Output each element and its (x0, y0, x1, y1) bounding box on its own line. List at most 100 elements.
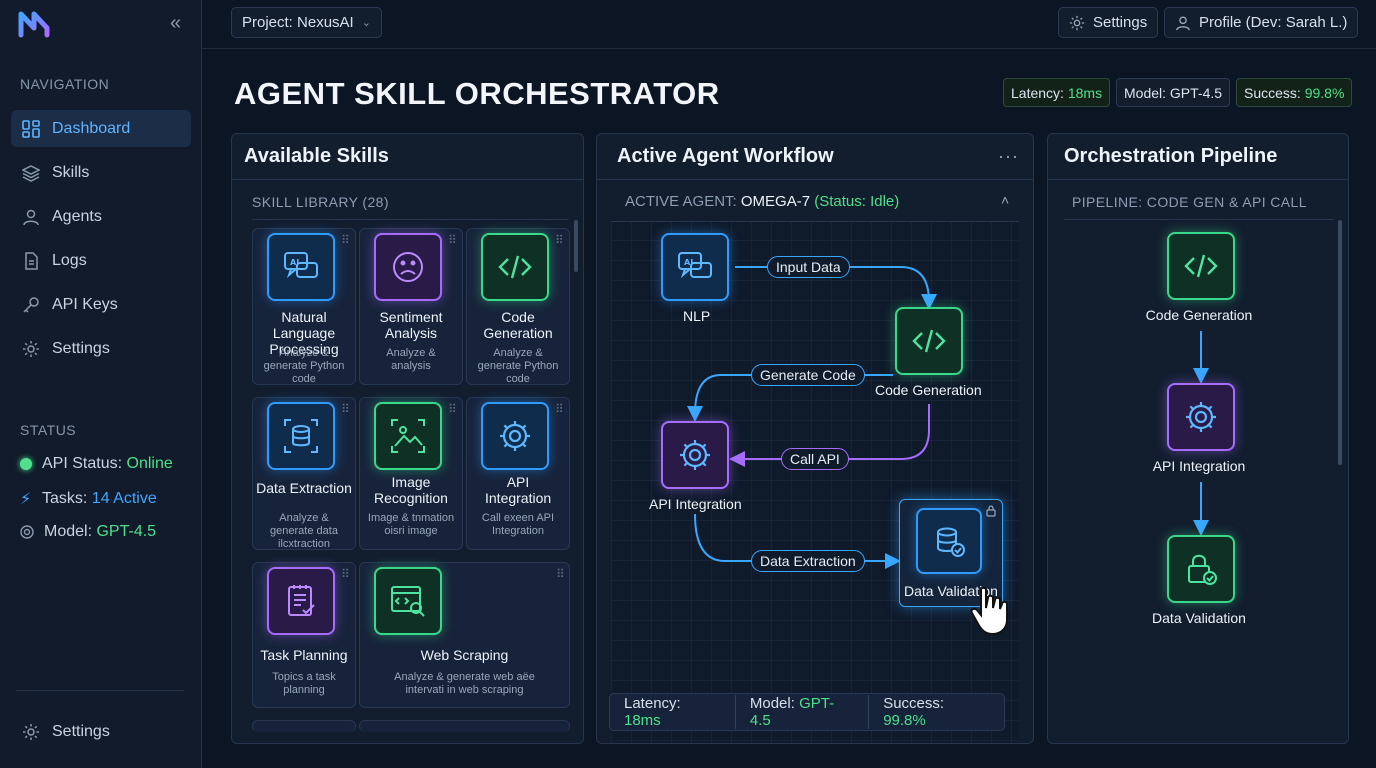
skill-card-nlp[interactable]: AI ⠿ Natural Language Processing Analyze… (252, 228, 356, 385)
more-options-icon[interactable]: ··· (998, 146, 1019, 167)
skill-desc: Analyze & generate Python code (477, 347, 559, 385)
skill-desc: Image & tnmation oisri image (367, 512, 455, 537)
sidebar-item-label: API Keys (52, 295, 118, 313)
skill-card-task-planning[interactable]: ⠿ Task Planning Topics a task planning (252, 562, 356, 708)
gear-icon (1069, 15, 1085, 30)
sidebar-footer-settings[interactable]: Settings (11, 713, 191, 750)
skill-name: Image Recognition (374, 474, 448, 506)
web-search-icon (374, 567, 442, 635)
success-value: 99.8% (1304, 84, 1345, 101)
edge-label-call-api: Call API (781, 448, 849, 470)
profile-button[interactable]: Profile (Dev: Sarah L.) (1164, 7, 1359, 38)
code-icon (912, 329, 946, 353)
workflow-title-text: Active Agent Workflow (617, 145, 834, 167)
node-label-nlp: NLP (683, 308, 711, 324)
drag-handle-icon[interactable]: ⠿ (555, 403, 564, 418)
document-icon (25, 251, 38, 270)
dashboard-icon (22, 119, 40, 138)
status-heading: STATUS (20, 422, 77, 438)
chevron-down-icon: ⌄ (361, 17, 371, 29)
settings-button[interactable]: Settings (1058, 7, 1159, 38)
workflow-node-api-integration[interactable] (661, 421, 729, 489)
drag-handle-icon[interactable]: ⠿ (448, 403, 457, 418)
page-title: AGENT SKILL ORCHESTRATOR (234, 76, 720, 111)
profile-label: Profile (Dev: Sarah L.) (1199, 14, 1348, 31)
checklist-icon (267, 567, 335, 635)
pipeline-scrollbar[interactable] (1338, 220, 1342, 465)
skill-name: Task Planning (260, 647, 348, 663)
drag-handle-icon[interactable]: ⠿ (341, 234, 350, 249)
pipeline-step-code-generation[interactable] (1167, 232, 1235, 300)
skill-desc: Topics a task planning (272, 671, 336, 696)
skill-card-api-integration[interactable]: ⠿ API Integration Call exeen API Integra… (466, 397, 570, 550)
model-label: Model: (1124, 84, 1167, 101)
sidebar-item-label: Dashboard (52, 119, 131, 137)
model-icon (20, 525, 34, 539)
drag-handle-icon[interactable]: ⠿ (341, 403, 350, 418)
project-selector[interactable]: Project: NexusAI ⌄ (231, 7, 382, 38)
node-label-code-generation: Code Generation (875, 382, 982, 398)
skill-library-label: SKILL LIBRARY (28) (252, 194, 389, 210)
skill-card-sentiment[interactable]: ⠿ Sentiment Analysis Analyze & analysis (359, 228, 463, 385)
success-metric: Success: 99.8% (869, 695, 1004, 729)
sidebar: « NAVIGATION Dashboard Skills Agents Log… (0, 0, 202, 768)
drag-handle-icon[interactable]: ⠿ (556, 568, 565, 583)
sidebar-item-logs[interactable]: Logs (11, 242, 191, 279)
latency-value: 18ms (624, 712, 661, 729)
sidebar-item-api-keys[interactable]: API Keys (11, 286, 191, 323)
success-label: Success: (1244, 84, 1301, 101)
node-label-api-integration: API Integration (649, 496, 742, 512)
skills-panel: Available Skills SKILL LIBRARY (28) AI ⠿… (231, 133, 584, 744)
sidebar-item-settings[interactable]: Settings (11, 330, 191, 367)
drag-handle-icon[interactable]: ⠿ (448, 234, 457, 249)
skill-card-partial[interactable] (252, 720, 356, 732)
pipeline-step-data-validation[interactable] (1167, 535, 1235, 603)
drag-handle-icon[interactable]: ⠿ (341, 568, 350, 583)
tasks-status: ⚡ Tasks: 14 Active (20, 489, 157, 509)
database-scan-icon (267, 402, 335, 470)
workflow-node-code-generation[interactable] (895, 307, 963, 375)
success-value: 99.8% (883, 712, 926, 729)
chat-ai-icon: AI (267, 233, 335, 301)
settings-label: Settings (1093, 14, 1148, 31)
lightning-icon: ⚡ (20, 491, 32, 508)
api-status-value: Online (126, 455, 173, 472)
skill-name: Sentiment Analysis (379, 309, 443, 341)
skill-card-data-extraction[interactable]: ⠿ Data Extraction Analyze & generate dat… (252, 397, 356, 550)
sidebar-item-agents[interactable]: Agents (11, 198, 191, 235)
pipeline-step-api-integration[interactable] (1167, 383, 1235, 451)
model-chip: Model: GPT-4.5 (1116, 78, 1231, 107)
workflow-metrics-bar: Latency: 18ms Model: GPT-4.5 Success: 99… (609, 693, 1005, 731)
sidebar-item-label: Settings (52, 722, 110, 740)
workflow-canvas[interactable]: ACTIVE AGENT: OMEGA-7 (Status: Idle) ˄ A… (609, 180, 1019, 743)
sidebar-item-dashboard[interactable]: Dashboard (11, 110, 191, 147)
svg-text:AI: AI (684, 258, 693, 267)
workflow-panel-title: Active Agent Workflow (597, 134, 1033, 180)
drag-handle-icon[interactable]: ⠿ (555, 234, 564, 249)
skill-desc: Analyze & analysis (386, 347, 436, 372)
sidebar-item-skills[interactable]: Skills (11, 154, 191, 191)
skill-card-code-gen[interactable]: ⠿ Code Generation Analyze & generate Pyt… (466, 228, 570, 385)
code-icon (481, 233, 549, 301)
skill-desc: Analyze & generate web aëe intervati in … (394, 671, 535, 696)
latency-metric: Latency: 18ms (610, 695, 736, 729)
tasks-value: 14 Active (91, 490, 157, 507)
workflow-node-nlp[interactable]: AI (661, 233, 729, 301)
model-value: GPT-4.5 (1169, 84, 1223, 101)
key-icon (23, 296, 39, 313)
skill-card-partial[interactable] (359, 720, 570, 732)
skill-card-image-recognition[interactable]: ⠿ Image Recognition Image & tnmation ois… (359, 397, 463, 550)
edge-label-generate-code: Generate Code (751, 364, 865, 386)
app-logo-icon[interactable] (18, 10, 50, 38)
success-chip: Success: 99.8% (1236, 78, 1353, 107)
skills-scrollbar[interactable] (574, 220, 578, 272)
skill-card-web-scraping[interactable]: ⠿ Web Scraping Analyze & generate web aë… (359, 562, 570, 708)
svg-text:AI: AI (290, 258, 299, 267)
database-check-icon (916, 508, 982, 574)
chat-ai-icon: AI (678, 252, 712, 279)
skill-desc: Call exeen API Integration (481, 512, 555, 537)
collapse-sidebar-icon[interactable]: « (170, 12, 181, 35)
latency-chip: Latency: 18ms (1003, 78, 1111, 107)
nav-heading: NAVIGATION (20, 76, 110, 92)
api-status: API Status: Online (20, 455, 173, 473)
